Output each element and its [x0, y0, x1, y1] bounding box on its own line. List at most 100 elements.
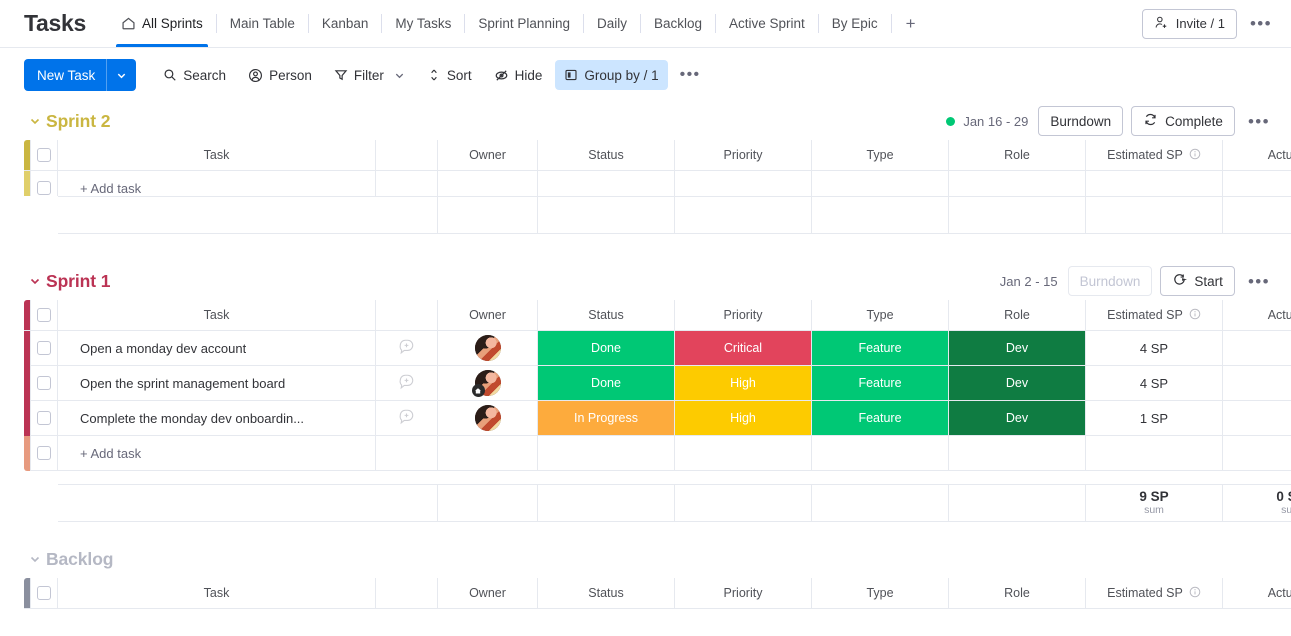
- column-header-priority[interactable]: Priority: [675, 578, 812, 609]
- add-update-cell[interactable]: [376, 401, 438, 436]
- add-task-cell[interactable]: + Add task: [58, 171, 376, 196]
- chat-add-icon[interactable]: [398, 338, 415, 358]
- add-task-row[interactable]: + Add task: [24, 436, 1291, 471]
- task-name-cell[interactable]: Open a monday dev account: [58, 331, 376, 366]
- toolbar-more-button[interactable]: •••: [672, 66, 709, 84]
- row-checkbox-cell[interactable]: [30, 331, 58, 366]
- select-all-checkbox-cell[interactable]: [30, 140, 58, 171]
- priority-cell[interactable]: Critical: [675, 331, 812, 366]
- start-sprint-button[interactable]: Start: [1160, 266, 1235, 296]
- tab-all-sprints[interactable]: All Sprints: [108, 0, 216, 47]
- column-header-actual-sp[interactable]: Actual S: [1223, 300, 1291, 331]
- hide-button[interactable]: Hide: [485, 60, 552, 90]
- tab-active-sprint[interactable]: Active Sprint: [716, 0, 818, 47]
- row-checkbox[interactable]: [37, 181, 51, 195]
- add-task-cell[interactable]: + Add task: [58, 436, 376, 471]
- status-badge[interactable]: Done: [538, 331, 674, 365]
- summary-actual-sp-cell[interactable]: 0 SP sum: [1223, 484, 1291, 522]
- type-cell[interactable]: Feature: [812, 331, 949, 366]
- type-cell[interactable]: Feature: [812, 401, 949, 436]
- burndown-button[interactable]: Burndown: [1038, 106, 1124, 136]
- group-title[interactable]: Sprint 2: [46, 111, 110, 132]
- column-header-task[interactable]: Task: [58, 300, 376, 331]
- select-all-checkbox-cell[interactable]: [30, 300, 58, 331]
- group-by-button[interactable]: Group by / 1: [555, 60, 668, 90]
- burndown-button[interactable]: Burndown: [1067, 266, 1153, 296]
- role-cell[interactable]: Dev: [949, 401, 1086, 436]
- type-cell[interactable]: Feature: [812, 366, 949, 401]
- type-badge[interactable]: Feature: [812, 331, 948, 365]
- row-checkbox[interactable]: [37, 341, 51, 355]
- column-header-type[interactable]: Type: [812, 578, 949, 609]
- group-more-button[interactable]: •••: [1243, 273, 1275, 290]
- row-checkbox[interactable]: [37, 411, 51, 425]
- row-checkbox-cell[interactable]: [30, 366, 58, 401]
- priority-badge[interactable]: Critical: [675, 331, 811, 365]
- column-header-owner[interactable]: Owner: [438, 140, 538, 171]
- avatar[interactable]: [474, 405, 501, 431]
- priority-cell[interactable]: High: [675, 401, 812, 436]
- column-header-type[interactable]: Type: [812, 300, 949, 331]
- chevron-down-icon[interactable]: [394, 70, 405, 81]
- add-task-row[interactable]: + Add task: [24, 171, 1291, 196]
- column-header-owner[interactable]: Owner: [438, 300, 538, 331]
- info-icon[interactable]: [1189, 148, 1201, 163]
- column-header-actual-sp[interactable]: Actual S: [1223, 140, 1291, 171]
- role-badge[interactable]: Dev: [949, 366, 1085, 400]
- sort-button[interactable]: Sort: [418, 60, 481, 90]
- tab-sprint-planning[interactable]: Sprint Planning: [465, 0, 583, 47]
- column-header-status[interactable]: Status: [538, 300, 675, 331]
- column-header-estimated-sp[interactable]: Estimated SP: [1086, 140, 1223, 171]
- select-all-checkbox[interactable]: [37, 148, 51, 162]
- actual-sp-cell[interactable]: [1223, 331, 1291, 366]
- avatar[interactable]: [471, 370, 501, 397]
- owner-cell[interactable]: [438, 366, 538, 401]
- tab-daily[interactable]: Daily: [584, 0, 640, 47]
- invite-button[interactable]: Invite / 1: [1141, 8, 1237, 39]
- chevron-down-icon[interactable]: [107, 70, 136, 81]
- select-all-checkbox[interactable]: [37, 586, 51, 600]
- column-header-priority[interactable]: Priority: [675, 140, 812, 171]
- filter-button[interactable]: Filter: [325, 60, 414, 90]
- header-more-button[interactable]: •••: [1245, 15, 1277, 32]
- select-all-checkbox-cell[interactable]: [30, 578, 58, 609]
- table-row[interactable]: Open a monday dev account Done Critical …: [24, 331, 1291, 366]
- role-cell[interactable]: Dev: [949, 366, 1086, 401]
- column-header-status[interactable]: Status: [538, 140, 675, 171]
- column-header-status[interactable]: Status: [538, 578, 675, 609]
- column-header-role[interactable]: Role: [949, 140, 1086, 171]
- group-title[interactable]: Backlog: [46, 549, 113, 570]
- chat-add-icon[interactable]: [398, 373, 415, 393]
- column-header-actual-sp[interactable]: Actual S: [1223, 578, 1291, 609]
- table-row[interactable]: Open the sprint management board Done Hi…: [24, 366, 1291, 401]
- column-header-task[interactable]: Task: [58, 578, 376, 609]
- select-all-checkbox[interactable]: [37, 308, 51, 322]
- table-row[interactable]: Complete the monday dev onboardin... In …: [24, 401, 1291, 436]
- status-badge[interactable]: In Progress: [538, 401, 674, 435]
- role-badge[interactable]: Dev: [949, 331, 1085, 365]
- task-name-cell[interactable]: Open the sprint management board: [58, 366, 376, 401]
- column-header-priority[interactable]: Priority: [675, 300, 812, 331]
- complete-sprint-button[interactable]: Complete: [1131, 106, 1235, 136]
- role-badge[interactable]: Dev: [949, 401, 1085, 435]
- owner-cell[interactable]: [438, 401, 538, 436]
- role-cell[interactable]: Dev: [949, 331, 1086, 366]
- add-update-cell[interactable]: [376, 366, 438, 401]
- add-update-cell[interactable]: [376, 331, 438, 366]
- estimated-sp-cell[interactable]: 1 SP: [1086, 401, 1223, 436]
- row-checkbox[interactable]: [37, 446, 51, 460]
- avatar[interactable]: [474, 335, 501, 361]
- column-header-type[interactable]: Type: [812, 140, 949, 171]
- new-task-button[interactable]: New Task: [24, 59, 137, 91]
- chat-add-icon[interactable]: [398, 408, 415, 428]
- row-checkbox[interactable]: [37, 376, 51, 390]
- tab-main-table[interactable]: Main Table: [217, 0, 308, 47]
- status-cell[interactable]: Done: [538, 366, 675, 401]
- group-more-button[interactable]: •••: [1243, 113, 1275, 130]
- status-cell[interactable]: In Progress: [538, 401, 675, 436]
- task-name-cell[interactable]: Complete the monday dev onboardin...: [58, 401, 376, 436]
- column-header-role[interactable]: Role: [949, 300, 1086, 331]
- row-checkbox-cell[interactable]: [30, 436, 58, 471]
- add-tab-button[interactable]: +: [892, 0, 930, 47]
- estimated-sp-cell[interactable]: 4 SP: [1086, 331, 1223, 366]
